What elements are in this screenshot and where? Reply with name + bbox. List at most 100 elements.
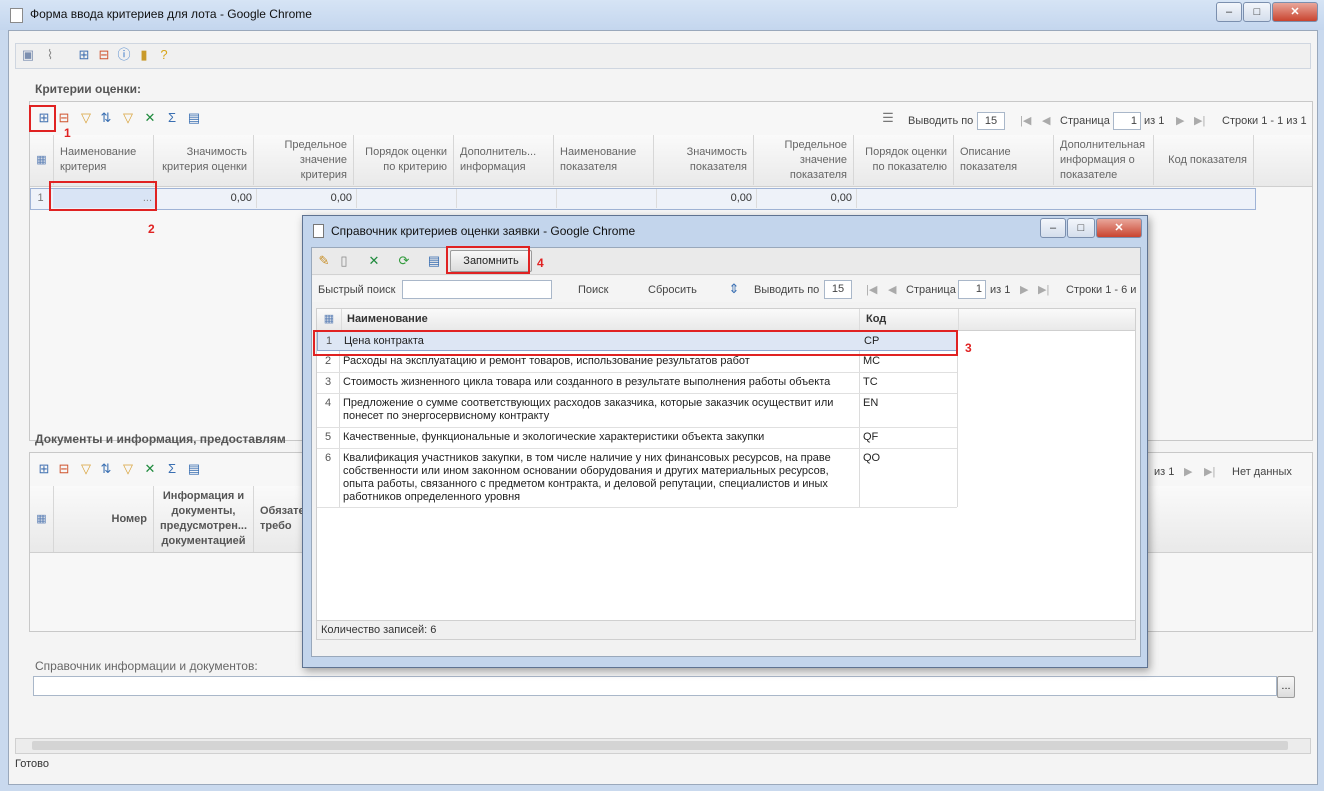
last-page-icon[interactable]: ▶| <box>1194 114 1205 127</box>
filter-icon[interactable]: ▽ <box>78 110 94 126</box>
dialog-toolbar: ✎ ▯ ✕ ⟳ ▤ Запомнить <box>312 248 1140 275</box>
item-name: Расходы на эксплуатацию и ремонт товаров… <box>343 355 750 367</box>
list-item[interactable]: 6 Квалификация участников закупки, в том… <box>317 449 957 508</box>
refresh-icon[interactable]: ⟳ <box>396 253 412 269</box>
col-indicator-order[interactable]: Порядок оценки по показателю <box>854 135 954 185</box>
annotation-label-4: 4 <box>537 256 544 270</box>
add-row-icon[interactable]: ⊞ <box>36 461 52 477</box>
next-page-icon[interactable]: ▶ <box>1184 465 1192 478</box>
col-indicator-name[interactable]: Наименование показателя <box>554 135 654 185</box>
minimize-button[interactable]: – <box>1040 218 1066 238</box>
add-row-icon[interactable]: ⊞ <box>76 47 92 63</box>
col-criterion-order[interactable]: Порядок оценки по критерию <box>354 135 454 185</box>
close-button[interactable]: ✕ <box>1096 218 1142 238</box>
col-criterion-limit[interactable]: Предельное значение критерия <box>254 135 354 185</box>
prev-page-icon[interactable]: ◀ <box>888 283 896 296</box>
item-code: QF <box>863 431 879 443</box>
criterion-limit-cell[interactable]: 0,00 <box>257 189 357 208</box>
minimize-button[interactable]: – <box>1216 2 1242 22</box>
col-information-documents[interactable]: Информация и документы, предусмотрен... … <box>154 486 254 552</box>
search-button[interactable]: Поиск <box>578 284 608 296</box>
maximize-button[interactable]: □ <box>1067 218 1095 238</box>
columns-icon[interactable]: ▤ <box>426 253 442 269</box>
next-page-icon[interactable]: ▶ <box>1020 283 1028 296</box>
delete-row-icon[interactable]: ⊟ <box>56 461 72 477</box>
col-criterion-name[interactable]: Наименование критерия <box>54 135 154 185</box>
criterion-order-cell[interactable] <box>357 189 457 208</box>
info-icon[interactable]: ⓘ <box>116 47 132 63</box>
next-page-icon[interactable]: ▶ <box>1176 114 1184 127</box>
columns-icon[interactable]: ▦ <box>30 135 54 185</box>
last-page-icon[interactable]: ▶| <box>1038 283 1049 296</box>
excel-icon[interactable]: ✕ <box>142 110 158 126</box>
col-code-cell[interactable]: Код <box>859 309 959 330</box>
col-indicator-additional-info[interactable]: Дополнительная информация о показателе <box>1054 135 1154 185</box>
excel-icon[interactable]: ✕ <box>142 461 158 477</box>
list-item[interactable]: 3 Стоимость жизненного цикла товара или … <box>317 373 957 394</box>
col-indicator-limit[interactable]: Предельное значение показателя <box>754 135 854 185</box>
horizontal-scrollbar[interactable] <box>15 738 1311 754</box>
sum-icon[interactable]: Σ <box>164 461 180 477</box>
columns-icon[interactable]: ▤ <box>186 110 202 126</box>
col-additional-info[interactable]: Дополнитель... информация <box>454 135 554 185</box>
quick-search-input[interactable] <box>402 280 552 299</box>
additional-info-cell[interactable] <box>457 189 557 208</box>
rows-per-page-input[interactable]: 15 <box>977 112 1005 130</box>
col-mandatory-requirement[interactable]: Обязате... требо <box>254 486 306 552</box>
attach-icon[interactable]: ⌇ <box>42 47 58 63</box>
first-page-icon[interactable]: |◀ <box>866 283 877 296</box>
columns-icon[interactable]: ▦ <box>317 309 342 330</box>
save-icon[interactable]: ▣ <box>20 47 36 63</box>
excel-icon[interactable]: ✕ <box>366 253 382 269</box>
criterion-significance-cell[interactable]: 0,00 <box>157 189 257 208</box>
columns-icon[interactable]: ▤ <box>186 461 202 477</box>
sort-icon[interactable]: ⇅ <box>98 110 114 126</box>
filter-clear-icon[interactable]: ▽ <box>120 110 136 126</box>
reference-select-button[interactable]: ... <box>1277 676 1295 698</box>
scrollbar-thumb[interactable] <box>32 741 1288 750</box>
col-number[interactable]: Номер <box>54 486 154 552</box>
annotation-box-3 <box>313 330 958 356</box>
last-page-icon[interactable]: ▶| <box>1204 465 1215 478</box>
filter-icon[interactable]: ▽ <box>78 461 94 477</box>
delete-row-icon[interactable]: ⊟ <box>96 47 112 63</box>
first-page-icon[interactable]: |◀ <box>1020 114 1031 127</box>
indicator-significance-cell[interactable]: 0,00 <box>657 189 757 208</box>
reset-button[interactable]: Сбросить <box>648 284 697 296</box>
sort-icon[interactable]: ⇅ <box>98 461 114 477</box>
col-indicator-description[interactable]: Описание показателя <box>954 135 1054 185</box>
sum-icon[interactable]: Σ <box>164 110 180 126</box>
dialog-search-bar: Быстрый поиск Поиск Сбросить ⇕ Выводить … <box>312 276 1140 302</box>
annotation-box-1 <box>29 105 56 132</box>
col-name[interactable]: Наименование <box>347 313 428 325</box>
page-label: Страница <box>1060 115 1110 127</box>
indicator-name-cell[interactable] <box>557 189 657 208</box>
columns-icon[interactable]: ▦ <box>30 486 54 552</box>
filter-clear-icon[interactable]: ▽ <box>120 461 136 477</box>
item-code: EN <box>863 397 879 409</box>
close-button[interactable]: ✕ <box>1272 2 1318 22</box>
dialog-rows: 1 Цена контракта CP 2 Расходы на эксплуа… <box>317 331 958 508</box>
rows-per-page-icon[interactable]: ☰ <box>880 110 896 126</box>
prev-page-icon[interactable]: ◀ <box>1042 114 1050 127</box>
criteria-grid-header: ▦ Наименование критерия Значимость крите… <box>30 135 1312 187</box>
table-row[interactable]: 1 ... 0,00 0,00 0,00 0,00 <box>30 188 1256 210</box>
list-item[interactable]: 5 Качественные, функциональные и экологи… <box>317 428 957 449</box>
list-item[interactable]: 4 Предложение о сумме соответствующих ра… <box>317 394 957 428</box>
page-input[interactable]: 1 <box>958 280 986 299</box>
help-icon[interactable]: ? <box>156 47 172 63</box>
lock-icon[interactable]: ▮ <box>136 47 152 63</box>
new-document-icon[interactable]: ▯ <box>336 253 352 269</box>
maximize-button[interactable]: □ <box>1243 2 1271 22</box>
reference-input[interactable] <box>33 676 1277 696</box>
rows-per-page-icon[interactable]: ⇕ <box>726 281 742 297</box>
indicator-limit-cell[interactable]: 0,00 <box>757 189 857 208</box>
rows-per-page-input[interactable]: 15 <box>824 280 852 299</box>
col-indicator-significance[interactable]: Значимость показателя <box>654 135 754 185</box>
annotation-label-2: 2 <box>148 222 155 236</box>
edit-icon[interactable]: ✎ <box>316 253 332 269</box>
delete-row-icon[interactable]: ⊟ <box>56 110 72 126</box>
col-criterion-significance[interactable]: Значимость критерия оценки <box>154 135 254 185</box>
col-indicator-code[interactable]: Код показателя <box>1154 135 1254 185</box>
page-input[interactable]: 1 <box>1113 112 1141 130</box>
